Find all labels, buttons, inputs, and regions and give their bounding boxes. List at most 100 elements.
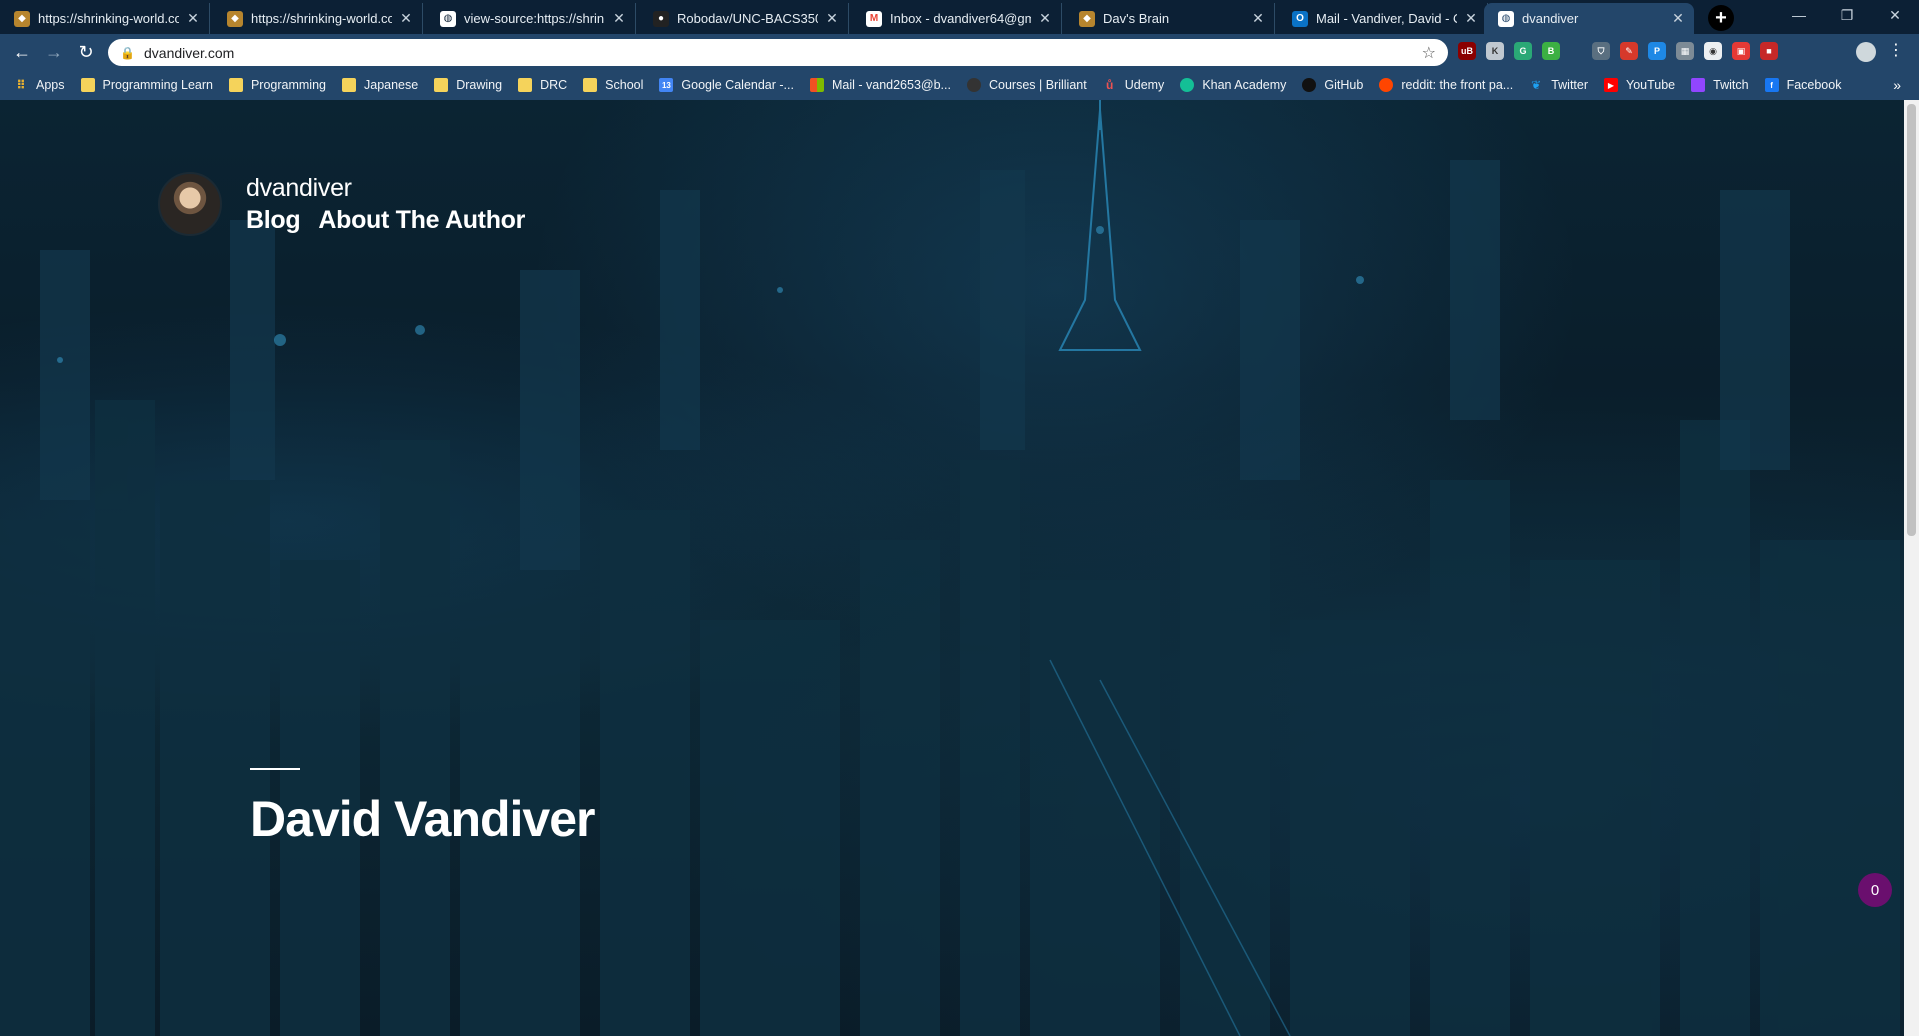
- bookmark-google-calendar[interactable]: 13 Google Calendar -...: [659, 78, 794, 92]
- bookmark-folder-japanese[interactable]: Japanese: [342, 78, 418, 92]
- extension-green-icon[interactable]: B: [1542, 42, 1560, 60]
- nav-about-author-link[interactable]: About The Author: [318, 206, 525, 235]
- bookmark-folder-programming-learn[interactable]: Programming Learn: [80, 78, 213, 92]
- bookmark-reddit[interactable]: reddit: the front pa...: [1379, 78, 1513, 92]
- bookmark-label: Courses | Brilliant: [988, 78, 1087, 92]
- url-text[interactable]: dvandiver.com: [144, 45, 1422, 61]
- close-tab-icon[interactable]: ✕: [398, 10, 414, 27]
- bookmark-facebook[interactable]: f Facebook: [1764, 78, 1841, 92]
- tab-github-repo[interactable]: ● Robodav/UNC-BACS350-20 ✕: [639, 3, 849, 34]
- tab-davs-brain[interactable]: ◆ Dav's Brain ✕: [1065, 3, 1275, 34]
- google-calendar-icon: 13: [659, 78, 674, 92]
- bookmark-folder-programming[interactable]: Programming: [228, 78, 326, 92]
- new-tab-button[interactable]: +: [1708, 5, 1734, 31]
- lock-icon[interactable]: 🔒: [120, 46, 135, 60]
- grammarly-icon[interactable]: G: [1514, 42, 1532, 60]
- globe-icon: ◍: [440, 10, 456, 27]
- close-tab-icon[interactable]: ✕: [1670, 10, 1686, 27]
- close-tab-icon[interactable]: ✕: [1037, 10, 1053, 27]
- site-name[interactable]: dvandiver: [246, 172, 525, 204]
- bookmark-label: Google Calendar -...: [681, 78, 794, 92]
- bookmark-label: reddit: the front pa...: [1401, 78, 1514, 92]
- bookmark-youtube[interactable]: ▶ YouTube: [1604, 78, 1675, 92]
- close-tab-icon[interactable]: ✕: [611, 10, 627, 27]
- bookmark-folder-drc[interactable]: DRC: [518, 78, 567, 92]
- restore-icon[interactable]: ❐: [1823, 0, 1871, 30]
- bookmark-twitch[interactable]: Twitch: [1691, 78, 1749, 92]
- extension-red-3-icon[interactable]: ■: [1760, 42, 1778, 60]
- city-skyline-background: [0, 100, 1900, 1036]
- page-scrollbar[interactable]: [1904, 100, 1919, 1036]
- globe-icon: ◍: [1498, 10, 1514, 27]
- bookmark-label: Twitch: [1713, 78, 1749, 92]
- extension-gray-icon[interactable]: ▦: [1676, 42, 1694, 60]
- tab-shrinking-world-2[interactable]: ◆ https://shrinking-world.com ✕: [213, 3, 423, 34]
- shield-icon[interactable]: ⛉: [1592, 42, 1610, 60]
- bookmark-twitter[interactable]: ❦ Twitter: [1529, 78, 1588, 92]
- ublock-icon[interactable]: uB: [1458, 42, 1476, 60]
- scrollbar-thumb[interactable]: [1907, 104, 1916, 536]
- bookmark-label: Drawing: [456, 78, 503, 92]
- bookmark-label: Japanese: [364, 78, 419, 92]
- bookmark-apps[interactable]: ⠿ Apps: [14, 78, 64, 92]
- udemy-icon: ů: [1106, 78, 1114, 92]
- extension-red-icon[interactable]: ✎: [1620, 42, 1638, 60]
- apps-grid-icon: ⠿: [16, 78, 26, 92]
- bookmark-github[interactable]: GitHub: [1302, 78, 1363, 92]
- bookmark-khan-academy[interactable]: Khan Academy: [1180, 78, 1286, 92]
- tab-gmail-inbox[interactable]: M Inbox - dvandiver64@gmail ✕: [852, 3, 1062, 34]
- tab-strip: ◆ https://shrinking-world.com ✕ ◆ https:…: [0, 0, 1919, 34]
- bookmark-folder-drawing[interactable]: Drawing: [434, 78, 502, 92]
- tab-title: https://shrinking-world.com: [38, 11, 179, 26]
- profile-avatar-icon[interactable]: [1856, 42, 1876, 62]
- khan-academy-icon: [1180, 78, 1195, 92]
- bookmark-udemy[interactable]: ů Udemy: [1103, 78, 1164, 92]
- close-tab-icon[interactable]: ✕: [1250, 10, 1266, 27]
- facebook-icon: f: [1764, 78, 1779, 92]
- browser-menu-icon[interactable]: ⋮: [1888, 40, 1904, 60]
- close-window-icon[interactable]: ✕: [1871, 0, 1919, 30]
- nav-blog-link[interactable]: Blog: [246, 206, 301, 235]
- bookmark-label: Programming Learn: [102, 78, 213, 92]
- tab-outlook-mail[interactable]: O Mail - Vandiver, David - Out ✕: [1278, 3, 1488, 34]
- extension-blue-icon[interactable]: P: [1648, 42, 1666, 60]
- bookmark-star-icon[interactable]: ☆: [1422, 43, 1436, 63]
- extension-white-icon[interactable]: ◉: [1704, 42, 1722, 60]
- address-bar[interactable]: 🔒 dvandiver.com ☆: [108, 39, 1448, 66]
- extension-red-2-icon[interactable]: ▣: [1732, 42, 1750, 60]
- forward-arrow-icon[interactable]: →: [42, 40, 66, 64]
- bookmarks-overflow-icon[interactable]: »: [1893, 77, 1901, 93]
- tab-shrinking-world-1[interactable]: ◆ https://shrinking-world.com ✕: [0, 3, 210, 34]
- chat-widget-button[interactable]: 0: [1858, 873, 1892, 907]
- minimize-icon[interactable]: —: [1775, 0, 1823, 30]
- tab-title: dvandiver: [1522, 11, 1579, 26]
- bookmark-label: YouTube: [1626, 78, 1676, 92]
- folder-icon: [80, 78, 95, 92]
- bookmark-microsoft-mail[interactable]: Mail - vand2653@b...: [809, 78, 951, 92]
- bookmark-label: Programming: [250, 78, 326, 92]
- bookmark-label: Mail - vand2653@b...: [831, 78, 951, 92]
- folder-icon: [518, 78, 533, 92]
- close-tab-icon[interactable]: ✕: [824, 10, 840, 27]
- hero-divider: [250, 768, 300, 770]
- bookmark-label: DRC: [540, 78, 568, 92]
- browser-window: ◆ https://shrinking-world.com ✕ ◆ https:…: [0, 0, 1919, 1036]
- shrinking-world-favicon-icon: ◆: [14, 10, 30, 27]
- microsoft-icon: [809, 78, 824, 92]
- bookmark-label: Khan Academy: [1202, 78, 1287, 92]
- tab-title: https://shrinking-world.com: [251, 11, 392, 26]
- bookmark-folder-school[interactable]: School: [583, 78, 643, 92]
- browser-toolbar: ← → ↻ 🔒 dvandiver.com ☆ uB K G B ⛉ ✎ P ▦…: [0, 34, 1919, 70]
- close-tab-icon[interactable]: ✕: [1463, 10, 1479, 27]
- extension-icon[interactable]: K: [1486, 42, 1504, 60]
- bookmark-label: GitHub: [1324, 78, 1364, 92]
- back-arrow-icon[interactable]: ←: [10, 40, 34, 64]
- bookmark-brilliant[interactable]: Courses | Brilliant: [966, 78, 1087, 92]
- reload-icon[interactable]: ↻: [74, 40, 98, 64]
- tab-view-source[interactable]: ◍ view-source:https://shrinkin ✕: [426, 3, 636, 34]
- folder-icon: [228, 78, 243, 92]
- close-tab-icon[interactable]: ✕: [185, 10, 201, 27]
- bookmarks-bar: ⠿ Apps Programming Learn Programming Jap…: [0, 70, 1919, 100]
- window-controls: — ❐ ✕: [1775, 0, 1919, 30]
- tab-dvandiver-active[interactable]: ◍ dvandiver ✕: [1484, 3, 1694, 34]
